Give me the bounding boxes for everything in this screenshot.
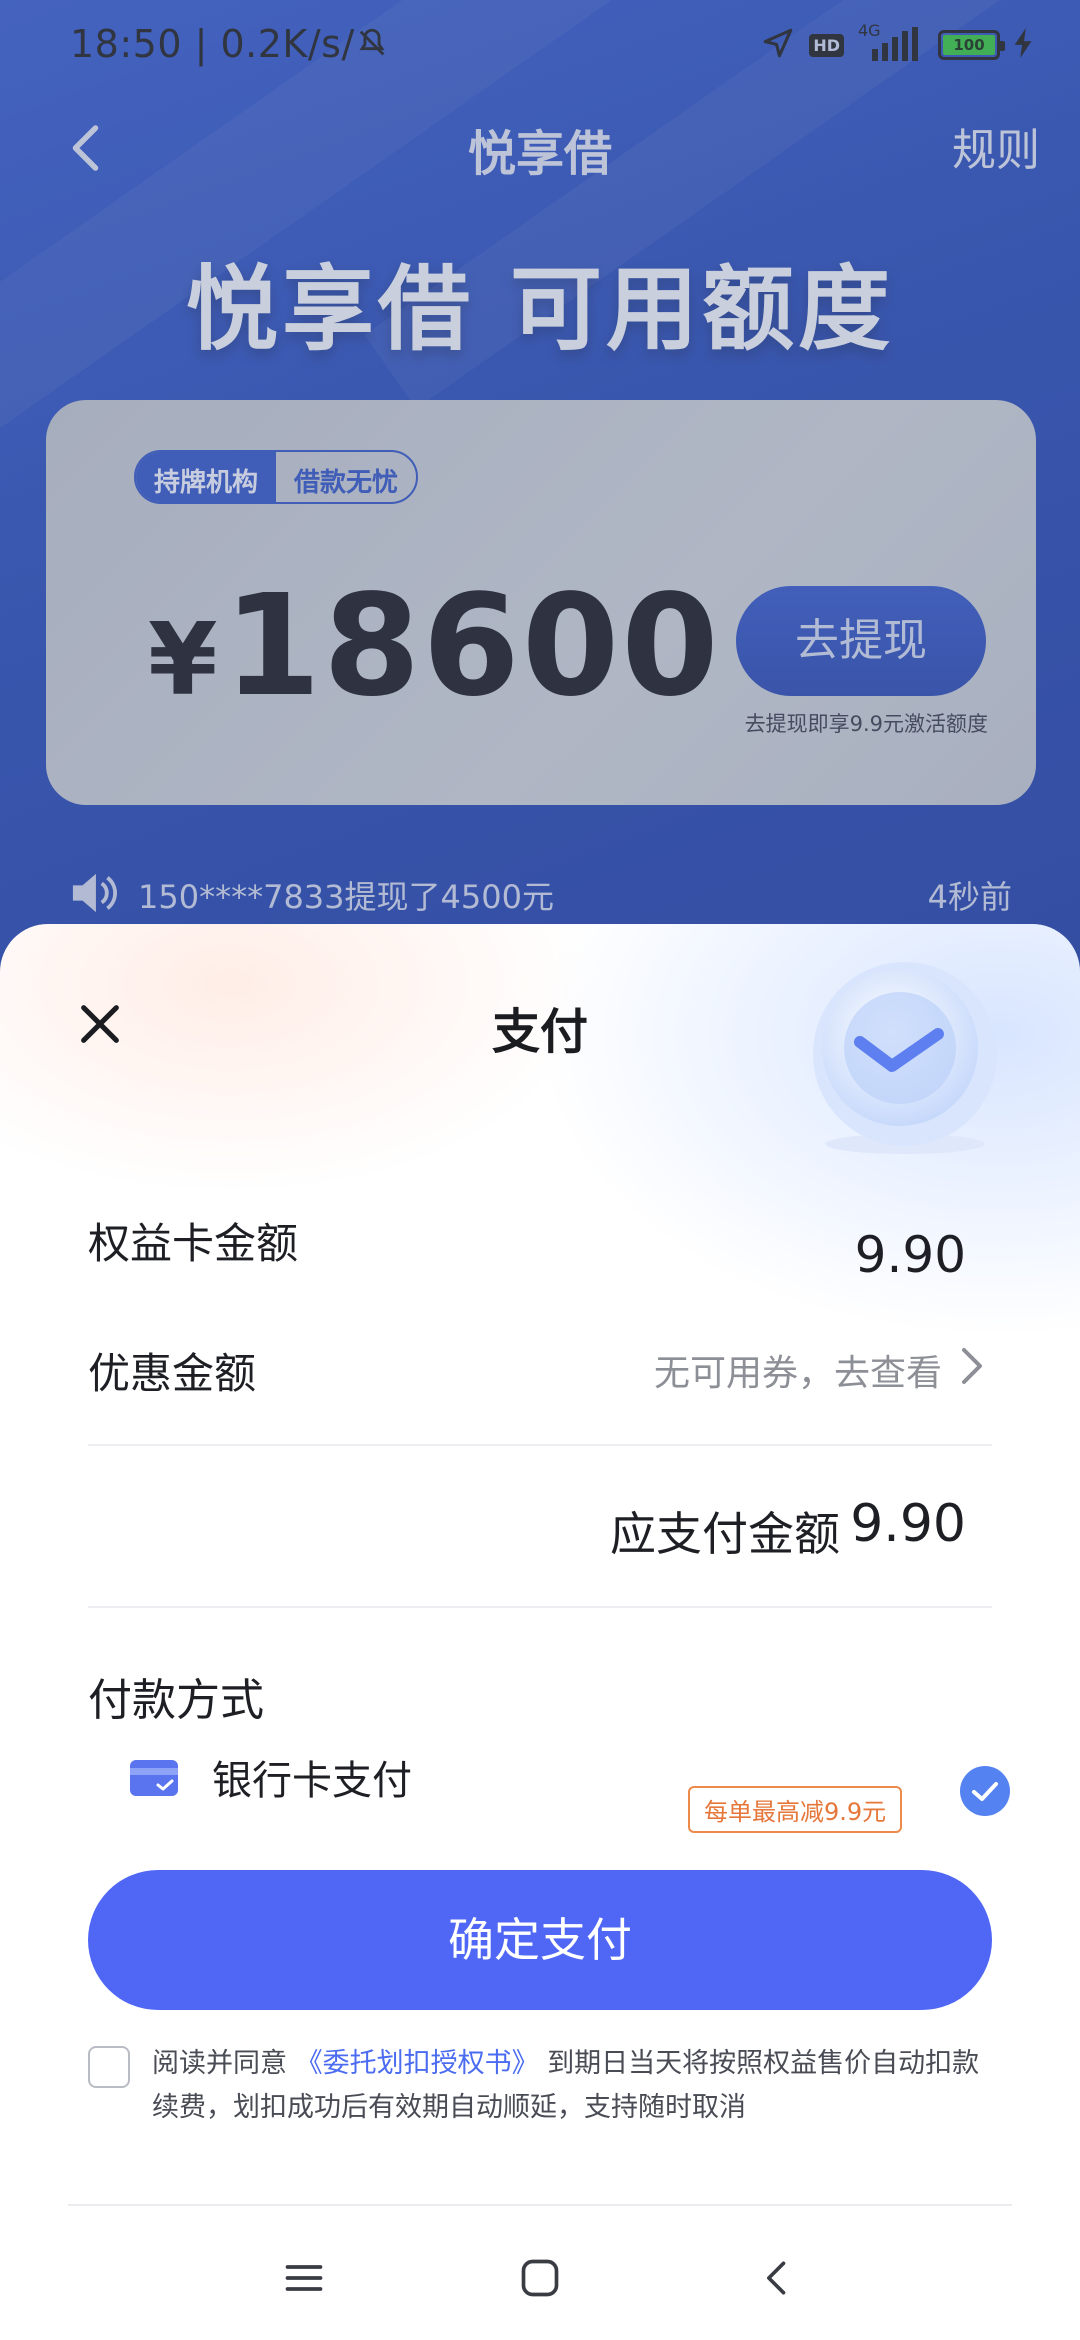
payment-method-title: 付款方式 bbox=[88, 1675, 264, 1726]
bank-card-label: 银行卡支付 bbox=[212, 1758, 412, 1804]
page-title: 悦享借 bbox=[467, 126, 612, 182]
rules-link[interactable]: 规则 bbox=[952, 114, 1040, 178]
menu-icon[interactable] bbox=[282, 2256, 326, 2300]
discount-label: 优惠金额 bbox=[88, 1349, 257, 1398]
tag-licensed: 持牌机构 bbox=[136, 452, 277, 502]
amount-value: 18600 bbox=[223, 565, 721, 728]
signal-icon: 4G bbox=[858, 21, 924, 63]
tag-no-worry: 借款无忧 bbox=[294, 468, 399, 498]
confirm-pay-button[interactable]: 确定支付 bbox=[88, 1870, 992, 2010]
divider bbox=[88, 1444, 992, 1446]
battery-level: 100 bbox=[943, 35, 995, 55]
home-icon[interactable] bbox=[518, 2256, 562, 2300]
due-amount-label: 应支付金额 bbox=[610, 1507, 840, 1561]
card-fee-label: 权益卡金额 bbox=[88, 1219, 299, 1268]
agreement-prefix: 阅读并同意 bbox=[152, 2048, 287, 2079]
navigation-bar: 悦享借 规则 bbox=[0, 100, 1080, 196]
bank-card-icon bbox=[130, 1758, 178, 1798]
navbar-divider bbox=[68, 2204, 1012, 2206]
battery-icon: 100 bbox=[938, 30, 1005, 60]
chevron-right-icon bbox=[960, 1346, 984, 1395]
withdraw-button[interactable]: 去提现 bbox=[736, 586, 986, 696]
divider bbox=[88, 1606, 992, 1608]
ticker-time: 4秒前 bbox=[927, 878, 1012, 916]
bank-promo-badge: 每单最高减9.9元 bbox=[688, 1786, 903, 1833]
status-bar: 18:50 | 0.2K/s/ HD 4G 100 bbox=[0, 0, 1080, 96]
card-fee-value: 9.90 bbox=[854, 1226, 966, 1284]
check-icon[interactable] bbox=[960, 1766, 1010, 1816]
back-icon[interactable] bbox=[756, 2256, 800, 2300]
credit-limit-card: 持牌机构 借款无忧 ¥18600 去提现 去提现即享9.9元激活额度 bbox=[46, 400, 1036, 805]
bank-card-option[interactable]: 银行卡支付 每单最高减9.9元 bbox=[130, 1744, 1010, 1833]
currency-symbol: ¥ bbox=[148, 601, 220, 718]
withdraw-note: 去提现即享9.9元激活额度 bbox=[744, 712, 988, 736]
check-badge-illustration bbox=[800, 954, 1010, 1164]
discount-value: 无可用券，去查看 bbox=[653, 1353, 942, 1394]
withdraw-ticker: 150****7833提现了4500元 4秒前 bbox=[68, 868, 1012, 918]
location-icon bbox=[761, 26, 795, 64]
network-speed: 0.2K/s bbox=[220, 22, 342, 66]
background-page: 18:50 | 0.2K/s/ HD 4G 100 悦享借 规则 悦享借 可用额… bbox=[0, 0, 1080, 1000]
agreement-text: 阅读并同意 《委托划扣授权书》 到期日当天将按照权益售价自动扣款续费，划扣成功后… bbox=[152, 2042, 998, 2130]
system-navigation-bar bbox=[0, 2204, 1080, 2340]
agreement-link[interactable]: 《委托划扣授权书》 bbox=[296, 2048, 539, 2079]
status-time: 18:50 bbox=[70, 22, 183, 66]
credit-amount: ¥18600 bbox=[148, 565, 721, 728]
charging-icon bbox=[1014, 28, 1034, 62]
status-icons: HD 4G 100 bbox=[761, 21, 1034, 64]
mute-icon bbox=[355, 25, 389, 69]
card-tags: 持牌机构 借款无忧 bbox=[134, 450, 419, 504]
speaker-icon bbox=[68, 870, 120, 916]
hd-badge: HD bbox=[809, 33, 844, 57]
coupon-link[interactable]: 无可用券，去查看 bbox=[654, 1344, 984, 1396]
payment-sheet: 支付 权益卡金额 9.90 优惠金额 无可用券，去查看 应支付金额 9.90 付… bbox=[0, 924, 1080, 2340]
hero-title: 悦享借 可用额度 bbox=[185, 256, 895, 363]
due-amount-value: 9.90 bbox=[850, 1494, 966, 1554]
agreement-checkbox[interactable] bbox=[88, 2046, 130, 2088]
ticker-text: 150****7833提现了4500元 bbox=[138, 878, 554, 916]
status-time-speed: 18:50 | 0.2K/s/ bbox=[70, 22, 389, 69]
